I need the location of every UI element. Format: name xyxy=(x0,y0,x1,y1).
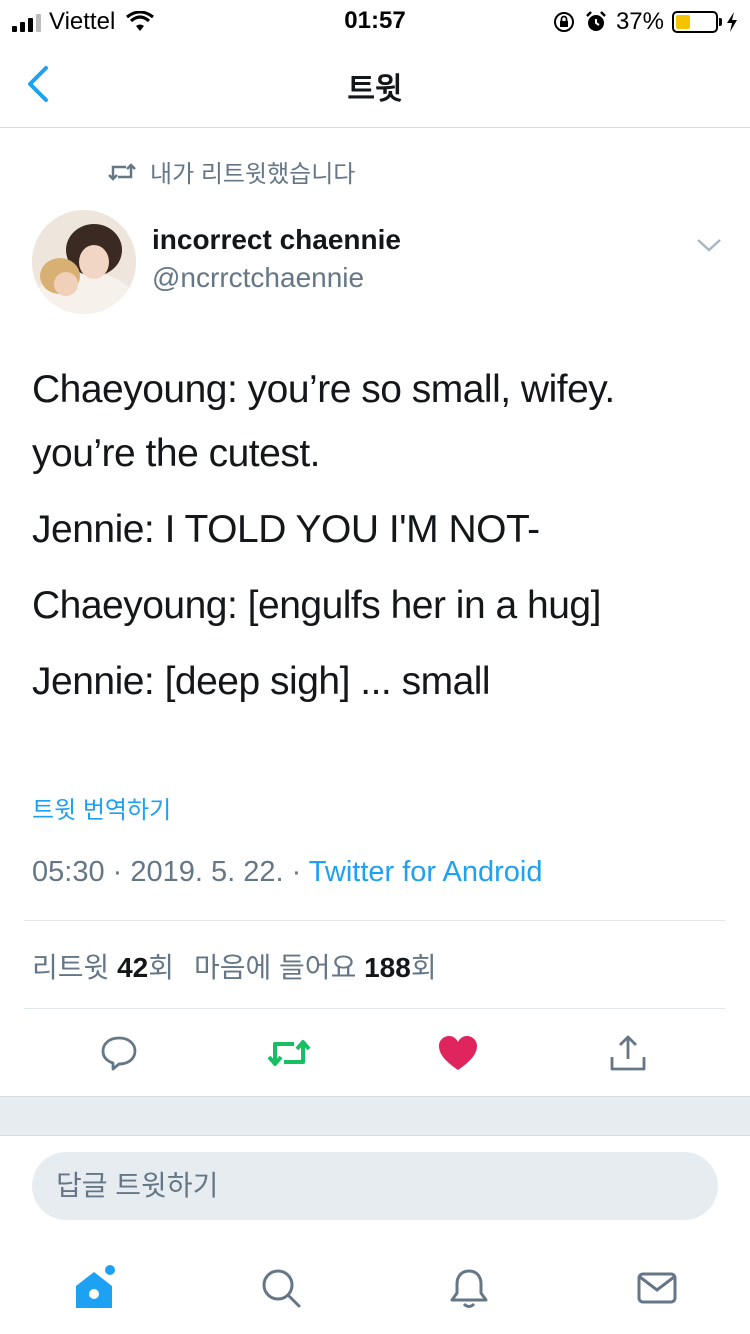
nav-bar: 트윗 xyxy=(0,40,750,128)
alarm-icon xyxy=(586,11,606,31)
tab-home[interactable] xyxy=(66,1260,122,1316)
tweet-line: Chaeyoung: [engulfs her in a hug] xyxy=(32,584,601,627)
search-icon xyxy=(262,1269,301,1308)
reply-button[interactable] xyxy=(94,1028,144,1078)
avatar-image xyxy=(32,210,136,314)
tweet-line: Jennie: [deep sigh] ... small xyxy=(32,660,491,703)
status-bar: Viettel 01:57 37% xyxy=(0,0,750,40)
charging-icon xyxy=(727,12,737,32)
like-count: 188 xyxy=(364,952,411,983)
divider xyxy=(24,1008,725,1009)
tweet-meta: 05:30 · 2019. 5. 22. · Twitter for Andro… xyxy=(32,856,543,889)
tweet-line: Chaeyoung: you’re so small, wifey. you’r… xyxy=(32,368,615,475)
tweet-timestamp: 05:30 · 2019. 5. 22. · xyxy=(32,856,309,888)
battery-fill xyxy=(676,15,691,29)
battery-percent: 37% xyxy=(615,8,664,35)
notifications-icon xyxy=(450,1269,488,1308)
reply-icon xyxy=(101,1036,137,1071)
rotation-lock-icon xyxy=(553,12,574,32)
home-icon xyxy=(76,1265,115,1308)
author-handle[interactable]: @ncrrctchaennie xyxy=(152,262,364,294)
tweet-line: Jennie: I TOLD YOU I'M NOT- xyxy=(32,508,540,551)
retweet-count: 42 xyxy=(117,952,149,983)
divider xyxy=(24,920,725,921)
like-stat-label: 마음에 들어요 xyxy=(193,952,357,983)
tweet-stats: 리트윗 42회 마음에 들어요 188회 xyxy=(32,946,437,986)
messages-icon xyxy=(637,1272,677,1304)
avatar[interactable] xyxy=(32,210,136,314)
retweet-context-label: 내가 리트윗했습니다 xyxy=(150,161,356,188)
reply-composer[interactable] xyxy=(32,1152,718,1220)
retweet-stat-label: 리트윗 xyxy=(32,952,110,983)
retweet-button[interactable] xyxy=(264,1028,314,1078)
battery-icon xyxy=(672,11,722,33)
translate-tweet-link[interactable]: 트윗 번역하기 xyxy=(32,790,171,825)
tweet-actions xyxy=(0,1010,750,1094)
like-stat-suffix: 회 xyxy=(410,952,437,983)
tab-notifications[interactable] xyxy=(441,1260,497,1316)
reply-input[interactable] xyxy=(56,1170,718,1202)
share-button[interactable] xyxy=(603,1028,653,1078)
like-stat[interactable]: 마음에 들어요 188회 xyxy=(194,946,437,986)
author-name[interactable]: incorrect chaennie xyxy=(152,224,401,256)
status-right: 37% xyxy=(552,8,738,36)
tab-search[interactable] xyxy=(253,1260,309,1316)
like-button[interactable] xyxy=(433,1028,483,1078)
tweet-client-link[interactable]: Twitter for Android xyxy=(309,856,543,888)
chevron-down-icon[interactable] xyxy=(696,236,722,254)
retweet-small-icon xyxy=(108,162,136,181)
retweet-context: 내가 리트윗했습니다 xyxy=(108,154,355,189)
like-icon xyxy=(439,1036,477,1070)
tab-messages[interactable] xyxy=(629,1260,685,1316)
retweet-icon xyxy=(267,1040,311,1066)
share-icon xyxy=(610,1035,646,1071)
page-title: 트윗 xyxy=(347,73,403,106)
retweet-stat[interactable]: 리트윗 42회 xyxy=(32,946,174,986)
tab-bar xyxy=(0,1240,750,1334)
retweet-stat-suffix: 회 xyxy=(148,952,174,983)
section-separator xyxy=(0,1096,750,1136)
tweet-text: Chaeyoung: you’re so small, wifey. you’r… xyxy=(32,358,722,714)
